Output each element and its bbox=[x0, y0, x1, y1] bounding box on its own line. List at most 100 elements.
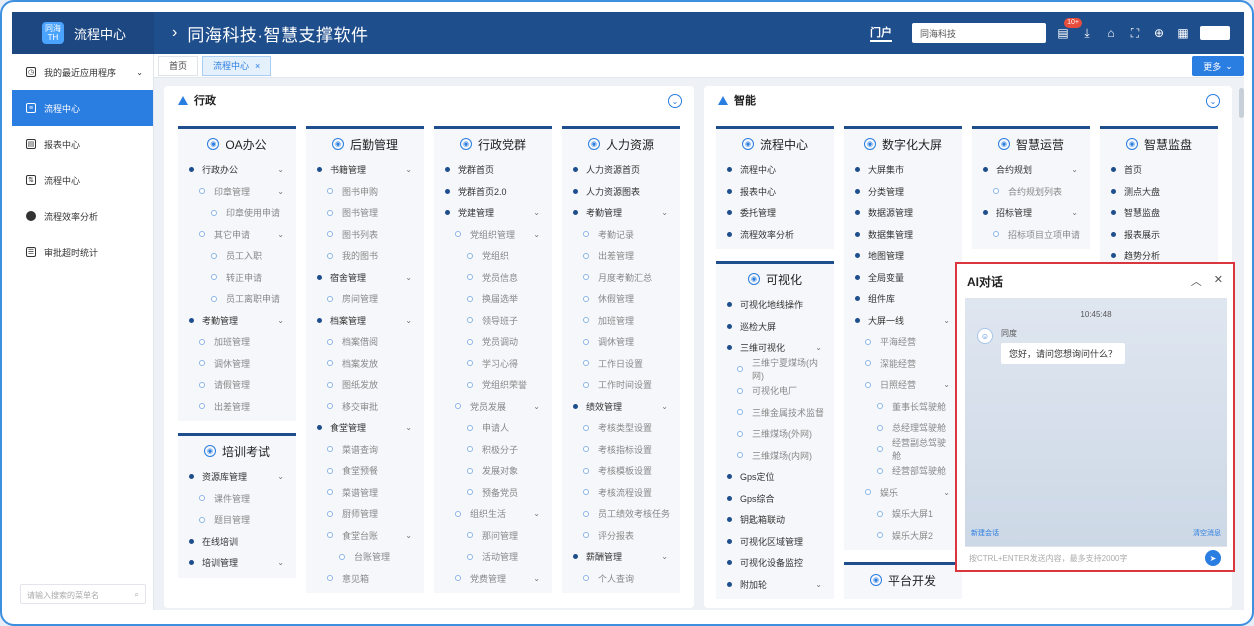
menu-item[interactable]: 休假管理 bbox=[562, 288, 680, 310]
menu-item[interactable]: 可视化地线操作 bbox=[716, 294, 834, 316]
menu-card-title[interactable]: ◉ 行政党群 bbox=[434, 129, 552, 159]
menu-item[interactable]: 党费管理 ⌄ bbox=[434, 568, 552, 590]
menu-item[interactable]: 合约规划列表 bbox=[972, 181, 1090, 203]
menu-item[interactable]: 考勤记录 bbox=[562, 224, 680, 246]
menu-item[interactable]: 党群首页 bbox=[434, 159, 552, 181]
minimize-icon[interactable]: ︿ bbox=[1191, 273, 1202, 289]
menu-item[interactable]: 资源库管理 ⌄ bbox=[178, 466, 296, 488]
notification-icon[interactable]: ▤ 10+ bbox=[1056, 18, 1082, 40]
menu-item[interactable]: 董事长驾驶舱 bbox=[844, 396, 962, 418]
menu-search-input[interactable]: 请输入搜索的菜单名 ⌕ bbox=[20, 584, 146, 604]
menu-item[interactable]: 工作日设置 bbox=[562, 353, 680, 375]
menu-item[interactable]: 经营部驾驶舱 bbox=[844, 460, 962, 482]
menu-item[interactable]: 合约规划 ⌄ bbox=[972, 159, 1090, 181]
menu-item[interactable]: 大屏一线 ⌄ bbox=[844, 310, 962, 332]
menu-item[interactable]: 我的图书 bbox=[306, 245, 424, 267]
menu-item[interactable]: 菜谱查询 bbox=[306, 439, 424, 461]
menu-item[interactable]: 考勤管理 ⌄ bbox=[562, 202, 680, 224]
tab-home[interactable]: 首页 bbox=[158, 55, 199, 76]
new-session-link[interactable]: 新建会话 bbox=[971, 528, 999, 538]
menu-item[interactable]: 智慧监盘 bbox=[1100, 202, 1218, 224]
menu-item[interactable]: 委托管理 bbox=[716, 202, 834, 224]
fullscreen-icon[interactable]: ⛶ bbox=[1128, 26, 1142, 40]
menu-card-title[interactable]: ◉ 智慧运营 bbox=[972, 129, 1090, 159]
menu-item[interactable]: 大屏集市 bbox=[844, 159, 962, 181]
menu-item[interactable]: 那问管理 bbox=[434, 525, 552, 547]
menu-item[interactable]: 行政办公 ⌄ bbox=[178, 159, 296, 181]
menu-item[interactable]: 领导班子 bbox=[434, 310, 552, 332]
menu-card-title[interactable]: ◉ 可视化 bbox=[716, 264, 834, 294]
menu-item[interactable]: 转正申请 bbox=[178, 267, 296, 289]
menu-item[interactable]: 可视化区域管理 bbox=[716, 531, 834, 553]
menu-item[interactable]: 菜谱管理 bbox=[306, 482, 424, 504]
portal-icon[interactable]: 门户 bbox=[870, 24, 892, 42]
menu-item[interactable]: Gps定位 bbox=[716, 466, 834, 488]
menu-item[interactable]: 日照经营 ⌄ bbox=[844, 374, 962, 396]
menu-card-title[interactable]: ◉ 培训考试 bbox=[178, 436, 296, 466]
menu-item[interactable]: 食堂预餐 bbox=[306, 460, 424, 482]
collapse-icon[interactable]: ⌄ bbox=[668, 94, 682, 108]
menu-item[interactable]: 图纸发放 bbox=[306, 374, 424, 396]
menu-item[interactable]: 招标项目立项申请 bbox=[972, 224, 1090, 246]
menu-item[interactable]: 印章管理 ⌄ bbox=[178, 181, 296, 203]
menu-item[interactable]: 调休管理 bbox=[562, 331, 680, 353]
menu-item[interactable]: 厨师管理 bbox=[306, 503, 424, 525]
menu-item[interactable]: 印章使用申请 bbox=[178, 202, 296, 224]
menu-item[interactable]: 三维煤场(外网) bbox=[716, 423, 834, 445]
clear-messages-link[interactable]: 清空消息 bbox=[1193, 528, 1221, 538]
menu-item[interactable]: 数据源管理 bbox=[844, 202, 962, 224]
menu-item[interactable]: 员工离职申请 bbox=[178, 288, 296, 310]
menu-item[interactable]: 食堂管理 ⌄ bbox=[306, 417, 424, 439]
menu-item[interactable]: 培训管理 ⌄ bbox=[178, 552, 296, 574]
menu-item[interactable]: 组织生活 ⌄ bbox=[434, 503, 552, 525]
send-icon[interactable]: ➤ bbox=[1205, 550, 1221, 566]
sidebar-item-flow-center-2[interactable]: ⇅ 流程中心 bbox=[12, 162, 153, 198]
menu-item[interactable]: 考核类型设置 bbox=[562, 417, 680, 439]
menu-card-title[interactable]: ◉ 人力资源 bbox=[562, 129, 680, 159]
menu-item[interactable]: 书籍管理 ⌄ bbox=[306, 159, 424, 181]
sidebar-item-flow-center[interactable]: ≡ 流程中心 bbox=[12, 90, 153, 126]
logo-area[interactable]: 同海 TH 流程中心 bbox=[12, 12, 154, 54]
menu-card-title[interactable]: ◉ 平台开发 bbox=[844, 565, 962, 595]
menu-item[interactable]: 调休管理 bbox=[178, 353, 296, 375]
menu-card-title[interactable]: ◉ 智慧监盘 bbox=[1100, 129, 1218, 159]
menu-item[interactable]: 三维金属技术监督 bbox=[716, 402, 834, 424]
menu-item[interactable]: 流程中心 bbox=[716, 159, 834, 181]
menu-item[interactable]: 三维宁夏煤场(内网) bbox=[716, 358, 834, 381]
menu-item[interactable]: 测点大盘 bbox=[1100, 181, 1218, 203]
menu-item[interactable]: 娱乐 ⌄ bbox=[844, 482, 962, 504]
menu-item[interactable]: 党群首页2.0 bbox=[434, 181, 552, 203]
avatar[interactable] bbox=[1200, 26, 1230, 40]
menu-item[interactable]: 党员调动 bbox=[434, 331, 552, 353]
menu-item[interactable]: 考核模板设置 bbox=[562, 460, 680, 482]
menu-item[interactable]: 宿舍管理 ⌄ bbox=[306, 267, 424, 289]
menu-item[interactable]: 月度考勤汇总 bbox=[562, 267, 680, 289]
menu-item[interactable]: 学习心得 bbox=[434, 353, 552, 375]
menu-item[interactable]: 党组织荣誉 bbox=[434, 374, 552, 396]
menu-item[interactable]: 活动管理 bbox=[434, 546, 552, 568]
menu-item[interactable]: 附加轮 ⌄ bbox=[716, 574, 834, 596]
more-button[interactable]: 更多 ⌄ bbox=[1192, 56, 1244, 76]
menu-item[interactable]: 组件库 bbox=[844, 288, 962, 310]
menu-item[interactable]: 出差管理 bbox=[178, 396, 296, 418]
ai-chat-input[interactable]: 按CTRL+ENTER发送内容，最多支持2000字 ➤ bbox=[965, 546, 1227, 568]
menu-item[interactable]: 其它申请 ⌄ bbox=[178, 224, 296, 246]
menu-item[interactable]: 食堂台账 ⌄ bbox=[306, 525, 424, 547]
menu-item[interactable]: 数据集管理 bbox=[844, 224, 962, 246]
menu-item[interactable]: 图书申购 bbox=[306, 181, 424, 203]
menu-item[interactable]: 分类管理 bbox=[844, 181, 962, 203]
menu-item[interactable]: 评分报表 bbox=[562, 525, 680, 547]
collapse-icon[interactable]: ⌄ bbox=[1206, 94, 1220, 108]
menu-item[interactable]: 全局变量 bbox=[844, 267, 962, 289]
menu-item[interactable]: 三维煤场(内网) bbox=[716, 445, 834, 467]
menu-item[interactable]: 经营副总驾驶舱 bbox=[844, 438, 962, 461]
menu-item[interactable]: Gps综合 bbox=[716, 488, 834, 510]
menu-item[interactable]: 房间管理 bbox=[306, 288, 424, 310]
close-icon[interactable]: ✕ bbox=[1214, 273, 1223, 289]
menu-item[interactable]: 考核流程设置 bbox=[562, 482, 680, 504]
menu-item[interactable]: 课件管理 bbox=[178, 488, 296, 510]
menu-item[interactable]: 员工绩效考核任务 bbox=[562, 503, 680, 525]
menu-item[interactable]: 出差管理 bbox=[562, 245, 680, 267]
home-icon[interactable]: ⌂ bbox=[1104, 26, 1118, 40]
menu-item[interactable]: 预备党员 bbox=[434, 482, 552, 504]
